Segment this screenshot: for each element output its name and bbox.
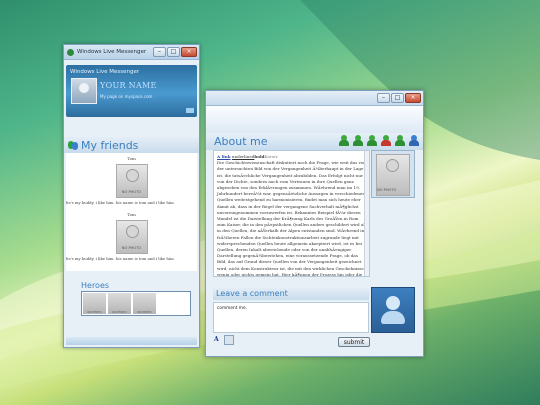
about-title: About me	[214, 135, 268, 148]
avatar[interactable]	[71, 78, 97, 104]
friend-description: he's my buddy. i like him. his name is t…	[66, 200, 174, 205]
friends-header: My friends	[64, 137, 199, 153]
heroes-title: Heroes	[81, 281, 110, 290]
hero-photo[interactable]: NO PHOTO	[133, 293, 156, 314]
font-format-icon[interactable]: A	[214, 336, 219, 343]
maximize-button[interactable]: □	[167, 47, 180, 57]
friend-photo[interactable]: NO PHOTO	[115, 220, 148, 254]
about-text: A link underlinedboldKursiv Die Geschich…	[214, 151, 369, 277]
status-indicator	[186, 108, 194, 113]
messenger-profile-header: Windows Live Messenger YOUR NAME My page…	[66, 65, 197, 117]
messenger-app-icon	[67, 48, 74, 56]
pen-icon[interactable]	[224, 335, 234, 345]
block-contact-icon[interactable]	[381, 135, 391, 146]
my-page-link[interactable]: My page on myspace.com	[100, 94, 152, 99]
contact-icon[interactable]	[395, 135, 405, 146]
italic-text: Kursiv	[264, 154, 278, 159]
bold-text: bold	[254, 154, 265, 159]
messenger-titlebar[interactable]: Windows Live Messenger – □ ×	[64, 45, 199, 60]
heroes-list: NO PHOTO NO PHOTO NO PHOTO	[81, 291, 191, 316]
messenger-footer	[66, 337, 197, 345]
contact-icon[interactable]	[367, 135, 377, 146]
contact-icon[interactable]	[353, 135, 363, 146]
close-button[interactable]: ×	[181, 47, 197, 57]
messenger-window: Windows Live Messenger – □ × Windows Liv…	[63, 44, 200, 348]
profile-banner	[206, 106, 423, 133]
contact-info-icon[interactable]	[409, 135, 419, 146]
profile-photo[interactable]: NO PHOTO	[371, 150, 415, 198]
your-name[interactable]: YOUR NAME	[100, 81, 157, 90]
list-item[interactable]: Tom NO PHOTO he's my buddy. i like him. …	[66, 209, 197, 261]
maximize-button[interactable]: □	[391, 93, 404, 103]
leave-comment-title: Leave a comment	[213, 287, 369, 300]
hero-photo[interactable]: NO PHOTO	[108, 293, 131, 314]
about-body[interactable]: A link underlinedboldKursiv Die Geschich…	[213, 150, 370, 277]
underlined-text: underlined	[231, 154, 255, 159]
friends-icon	[68, 140, 78, 150]
friend-photo[interactable]: NO PHOTO	[115, 164, 148, 198]
comment-input[interactable]: comment me.	[213, 302, 369, 333]
add-contact-icon[interactable]	[339, 135, 349, 146]
profile-titlebar[interactable]: – □ ×	[206, 91, 423, 106]
photo-placeholder: NO PHOTO	[376, 154, 410, 196]
about-header: About me	[206, 133, 423, 150]
friend-description: he's my buddy. i like him. his name is t…	[66, 256, 174, 261]
list-item[interactable]: Tom NO PHOTO he's my buddy. i like him. …	[66, 153, 197, 205]
submit-button[interactable]: submit	[338, 337, 370, 347]
scrollbar[interactable]	[364, 151, 369, 276]
messenger-header-title: Windows Live Messenger	[70, 69, 140, 75]
minimize-button[interactable]: –	[377, 93, 390, 103]
friend-name[interactable]: Tom	[66, 153, 197, 161]
friend-name[interactable]: Tom	[66, 209, 197, 217]
friends-title: My friends	[81, 138, 139, 152]
close-button[interactable]: ×	[405, 93, 421, 103]
friends-list[interactable]: Tom NO PHOTO he's my buddy. i like him. …	[66, 153, 197, 271]
hero-photo[interactable]: NO PHOTO	[83, 293, 106, 314]
messenger-window-title: Windows Live Messenger	[77, 49, 147, 55]
profile-window: – □ × About me A link underlinedboldKurs…	[205, 90, 424, 357]
about-paragraph: Die Geschichtswissenschaft diskutiert no…	[217, 160, 367, 277]
about-link[interactable]: A link	[217, 154, 231, 159]
minimize-button[interactable]: –	[153, 47, 166, 57]
user-photo-icon[interactable]	[371, 287, 415, 333]
